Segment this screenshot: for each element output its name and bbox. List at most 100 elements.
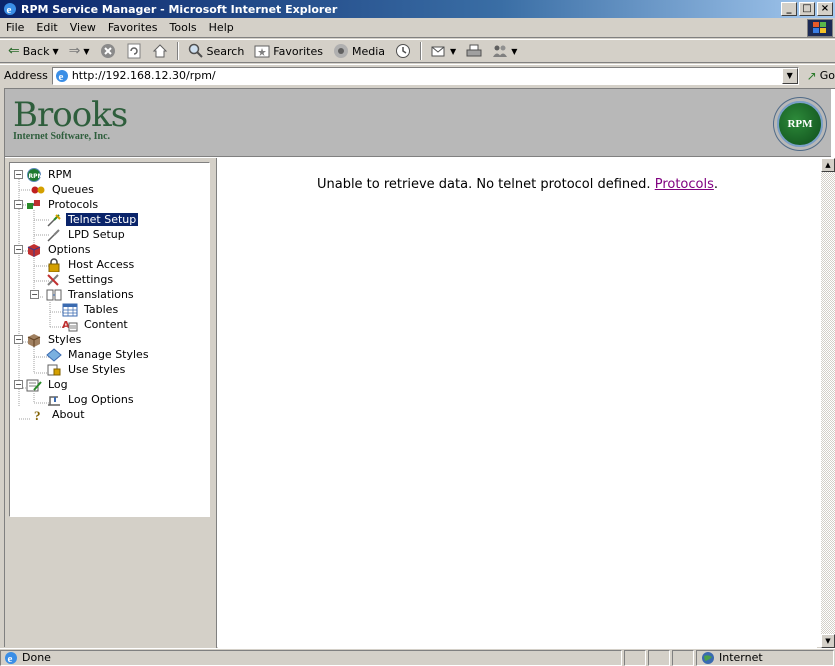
protocols-link[interactable]: Protocols bbox=[655, 177, 714, 192]
queues-icon bbox=[31, 186, 45, 193]
windows-logo-icon bbox=[807, 19, 833, 37]
status-cell bbox=[648, 649, 670, 666]
print-button[interactable] bbox=[462, 42, 486, 60]
nav-tree: − RPM RPM Queues − Protocols Telnet Setu… bbox=[9, 162, 210, 517]
main-content: Unable to retrieve data. No telnet proto… bbox=[218, 158, 817, 648]
stop-button[interactable] bbox=[96, 42, 120, 60]
svg-text:RPM: RPM bbox=[29, 173, 43, 180]
tree-item-lpd-setup[interactable]: LPD Setup bbox=[10, 227, 209, 242]
page-banner: Brooks Internet Software, Inc. RPM bbox=[5, 89, 831, 157]
chevron-down-icon: ▼ bbox=[511, 46, 518, 56]
tree-item-host-access[interactable]: Host Access bbox=[10, 257, 209, 272]
rpm-seal-logo: RPM bbox=[777, 101, 823, 147]
toolbar: ⇐ Back ▼ ⇒ ▼ Search Favorites Media ▼ ▼ bbox=[0, 39, 835, 63]
mail-button[interactable]: ▼ bbox=[427, 42, 460, 60]
collapse-toggle[interactable]: − bbox=[30, 290, 39, 299]
zone-label: Internet bbox=[719, 651, 763, 664]
brand-name: Brooks bbox=[13, 95, 128, 135]
close-button[interactable]: × bbox=[817, 2, 833, 16]
menu-favorites[interactable]: Favorites bbox=[102, 21, 164, 34]
home-icon bbox=[152, 44, 167, 58]
tree-item-translations[interactable]: − Translations bbox=[10, 287, 209, 302]
address-field[interactable]: e ▼ bbox=[51, 66, 799, 85]
favorites-button[interactable]: Favorites bbox=[250, 42, 327, 60]
tree-item-settings[interactable]: Settings bbox=[10, 272, 209, 287]
collapse-toggle[interactable]: − bbox=[14, 170, 23, 179]
tree-item-tables[interactable]: Tables bbox=[10, 302, 209, 317]
tree-item-use-styles[interactable]: Use Styles bbox=[10, 362, 209, 377]
tree-item-log-options[interactable]: Log Options bbox=[10, 392, 209, 407]
table-icon bbox=[62, 303, 78, 316]
plug-icon bbox=[47, 213, 61, 227]
tree-label: Telnet Setup bbox=[66, 213, 139, 226]
collapse-toggle[interactable]: − bbox=[14, 335, 23, 344]
search-button[interactable]: Search bbox=[184, 42, 249, 60]
tree-label: Translations bbox=[68, 288, 134, 301]
tree-item-telnet-setup[interactable]: Telnet Setup bbox=[10, 212, 209, 227]
plug-icon bbox=[47, 228, 60, 242]
collapse-toggle[interactable]: − bbox=[14, 200, 23, 209]
styles-box-icon bbox=[27, 333, 41, 347]
tree-label: Log bbox=[48, 378, 68, 391]
tree-item-rpm[interactable]: − RPM RPM bbox=[10, 167, 209, 182]
status-bar: e Done Internet bbox=[0, 648, 835, 666]
browser-viewport: Brooks Internet Software, Inc. RPM − RPM… bbox=[4, 88, 835, 648]
tree-item-options[interactable]: − Options bbox=[10, 242, 209, 257]
vertical-scrollbar[interactable]: ▲ ▼ bbox=[821, 158, 835, 648]
tree-label: Tables bbox=[84, 303, 119, 316]
history-button[interactable] bbox=[391, 42, 415, 60]
menu-edit[interactable]: Edit bbox=[30, 21, 63, 34]
scroll-up-button[interactable]: ▲ bbox=[821, 158, 835, 172]
menu-help[interactable]: Help bbox=[203, 21, 240, 34]
tree-label: Content bbox=[84, 318, 128, 331]
collapse-toggle[interactable]: − bbox=[14, 380, 23, 389]
help-question-icon: ? bbox=[34, 408, 41, 422]
menu-tools[interactable]: Tools bbox=[164, 21, 203, 34]
address-dropdown-button[interactable]: ▼ bbox=[781, 67, 798, 84]
media-button[interactable]: Media bbox=[329, 42, 389, 60]
print-icon bbox=[466, 44, 482, 57]
tree-item-queues[interactable]: Queues bbox=[10, 182, 209, 197]
address-input[interactable] bbox=[71, 69, 772, 82]
menu-bar: File Edit View Favorites Tools Help bbox=[0, 18, 835, 38]
lock-icon bbox=[48, 257, 60, 272]
diamond-icon bbox=[46, 347, 62, 362]
mail-icon bbox=[431, 46, 445, 57]
address-bar: Address e ▼ ↗ Go bbox=[0, 64, 835, 86]
forward-arrow-icon: ⇒ bbox=[68, 43, 81, 59]
tree-item-log[interactable]: − Log bbox=[10, 377, 209, 392]
tree-item-styles[interactable]: − Styles bbox=[10, 332, 209, 347]
maximize-button[interactable]: □ bbox=[799, 2, 815, 16]
svg-text:e: e bbox=[8, 653, 13, 665]
forward-button[interactable]: ⇒ ▼ bbox=[65, 42, 94, 60]
tree-label: About bbox=[52, 408, 85, 421]
back-label: Back bbox=[22, 44, 50, 58]
messenger-button[interactable]: ▼ bbox=[488, 42, 521, 60]
tree-item-manage-styles[interactable]: Manage Styles bbox=[10, 347, 209, 362]
home-button[interactable] bbox=[148, 42, 172, 60]
status-cell bbox=[672, 649, 694, 666]
error-message: Unable to retrieve data. No telnet proto… bbox=[218, 177, 817, 192]
status-cell bbox=[624, 649, 646, 666]
tree-item-content[interactable]: A Content bbox=[10, 317, 209, 332]
refresh-button[interactable] bbox=[122, 42, 146, 60]
tree-label: Styles bbox=[48, 333, 82, 346]
back-button[interactable]: ⇐ Back ▼ bbox=[4, 42, 63, 60]
menu-view[interactable]: View bbox=[64, 21, 102, 34]
chevron-down-icon: ▼ bbox=[825, 637, 831, 645]
window-title: RPM Service Manager - Microsoft Internet… bbox=[21, 2, 338, 16]
scroll-down-button[interactable]: ▼ bbox=[821, 634, 835, 648]
collapse-toggle[interactable]: − bbox=[14, 245, 23, 254]
minimize-button[interactable]: _ bbox=[781, 2, 797, 16]
chevron-down-icon: ▼ bbox=[83, 46, 90, 56]
tree-item-protocols[interactable]: − Protocols bbox=[10, 197, 209, 212]
tree-item-about[interactable]: ? About bbox=[10, 407, 209, 422]
log-options-icon bbox=[48, 395, 60, 406]
menu-file[interactable]: File bbox=[0, 21, 30, 34]
toolbar-separator bbox=[176, 42, 179, 60]
rpm-icon: RPM bbox=[27, 167, 43, 182]
tree-label: Use Styles bbox=[68, 363, 126, 376]
go-button[interactable]: ↗ Go bbox=[807, 69, 835, 83]
message-period: . bbox=[713, 177, 719, 192]
tools-icon bbox=[47, 273, 59, 286]
